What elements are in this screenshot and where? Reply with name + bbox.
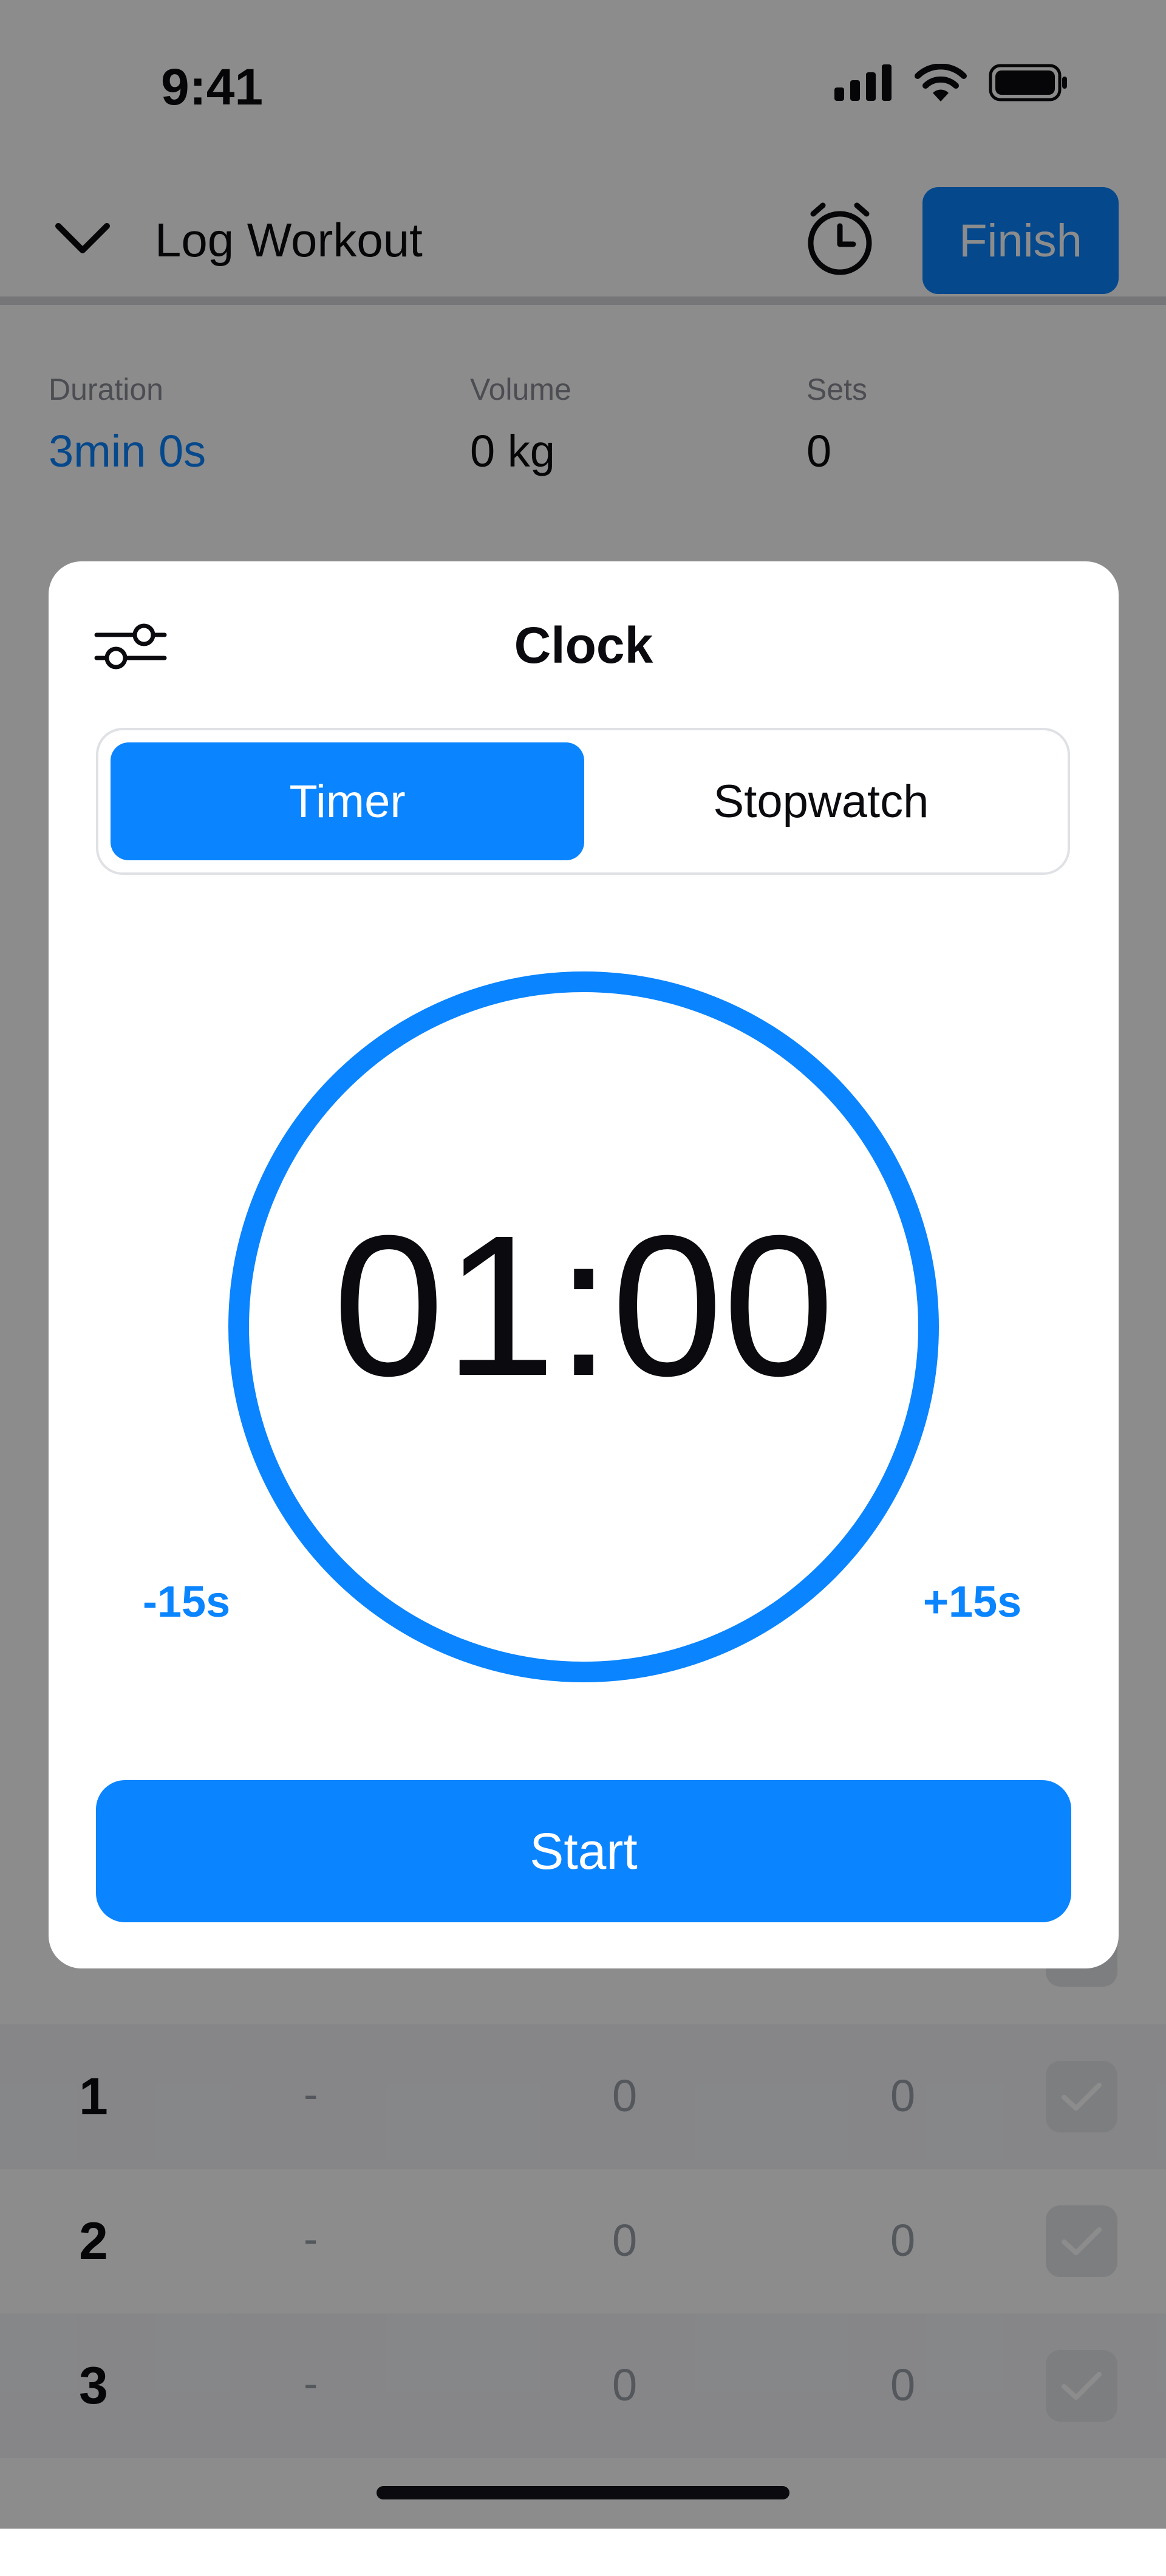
mode-segmented-control: Timer Stopwatch <box>96 728 1070 875</box>
home-indicator[interactable] <box>377 2486 789 2499</box>
tab-stopwatch[interactable]: Stopwatch <box>584 742 1058 860</box>
modal-title: Clock <box>514 617 653 674</box>
clock-modal: Clock Timer Stopwatch 01:00 -15s +15s St… <box>49 561 1119 1968</box>
plus-15s-button[interactable]: +15s <box>923 1577 1021 1627</box>
timer-display: 01:00 <box>333 1193 834 1417</box>
minus-15s-button[interactable]: -15s <box>143 1577 230 1627</box>
start-button[interactable]: Start <box>96 1780 1071 1922</box>
tab-timer[interactable]: Timer <box>111 742 584 860</box>
